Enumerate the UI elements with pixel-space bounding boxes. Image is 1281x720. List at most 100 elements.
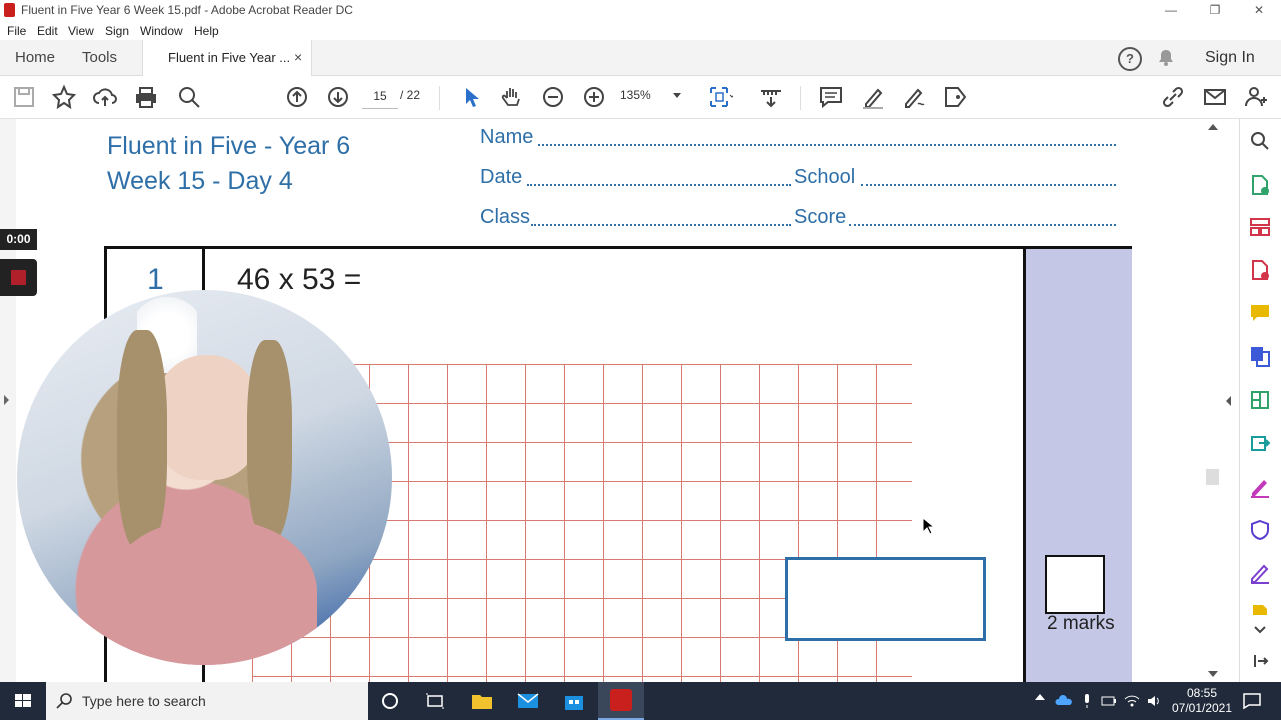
menu-sign[interactable]: Sign [105, 24, 129, 38]
sign-pen-icon[interactable] [901, 84, 927, 110]
zoom-in-icon[interactable] [581, 84, 607, 110]
name-dotted-line [538, 144, 1116, 146]
menu-view[interactable]: View [68, 24, 94, 38]
clock-time: 08:55 [1186, 686, 1218, 700]
minimize-button[interactable]: — [1149, 0, 1193, 21]
class-dotted-line [531, 224, 791, 226]
stop-recording-button[interactable] [0, 259, 37, 296]
zoom-out-icon[interactable] [540, 84, 566, 110]
find-magnifier-icon[interactable] [176, 84, 202, 110]
toolbar-divider-2 [800, 86, 801, 110]
next-page-icon[interactable] [325, 84, 351, 110]
notifications-icon[interactable] [1240, 689, 1264, 713]
save-icon[interactable] [11, 84, 37, 110]
store-icon[interactable] [562, 689, 586, 713]
name-label: Name [480, 126, 534, 148]
score-dotted-line [849, 224, 1116, 226]
add-user-icon[interactable] [1243, 84, 1269, 110]
hair-right [247, 340, 292, 540]
menu-file[interactable]: File [7, 24, 26, 38]
stop-icon [11, 270, 26, 285]
menu-help[interactable]: Help [194, 24, 219, 38]
face [152, 355, 262, 480]
microphone-icon[interactable] [1078, 692, 1096, 710]
combine-files-icon[interactable] [1249, 345, 1271, 367]
restore-button[interactable]: ❐ [1193, 0, 1237, 21]
school-label: School [794, 166, 856, 188]
cortana-icon[interactable] [378, 689, 402, 713]
more-tools-icon[interactable] [1249, 603, 1271, 615]
scroll-down-icon[interactable] [1208, 671, 1218, 677]
scroll-up-icon[interactable] [1208, 124, 1218, 130]
wifi-icon[interactable] [1123, 692, 1141, 710]
taskbar-search-box[interactable]: Type here to search [46, 682, 368, 720]
help-icon[interactable]: ? [1118, 47, 1142, 71]
menu-edit[interactable]: Edit [37, 24, 58, 38]
mouse-cursor-icon [922, 516, 936, 540]
battery-icon[interactable] [1100, 692, 1118, 710]
export-pdf-icon[interactable] [1249, 174, 1271, 196]
create-pdf-icon[interactable] [1249, 259, 1271, 281]
menu-bar: File Edit View Sign Window Help [0, 21, 1281, 40]
edit-pdf-icon[interactable] [1249, 389, 1271, 411]
fill-sign-icon[interactable] [1249, 476, 1271, 498]
select-cursor-icon[interactable] [458, 84, 484, 110]
hair-left [117, 330, 167, 550]
worksheet-subtitle: Week 15 - Day 4 [107, 167, 293, 195]
sign-in-button[interactable]: Sign In [1205, 40, 1255, 75]
file-explorer-icon[interactable] [470, 689, 494, 713]
window-title: Fluent in Five Year 6 Week 15.pdf - Adob… [21, 3, 353, 17]
page-fit-icon[interactable] [707, 84, 735, 110]
page-total: / 22 [400, 88, 421, 102]
mail-icon[interactable] [516, 689, 540, 713]
hand-tool-icon[interactable] [499, 84, 525, 110]
taskbar-clock[interactable]: 08:55 07/01/2021 [1167, 686, 1237, 716]
share-link-icon[interactable] [1160, 84, 1186, 110]
page-number-input[interactable]: 15 [362, 84, 398, 109]
highlight-pen-icon[interactable] [860, 84, 886, 110]
print-icon[interactable] [133, 84, 159, 110]
onedrive-icon[interactable] [1055, 692, 1073, 710]
acrobat-taskbar-button[interactable] [598, 682, 644, 720]
title-bar: Fluent in Five Year 6 Week 15.pdf - Adob… [0, 0, 1281, 21]
request-signature-icon[interactable] [1249, 562, 1271, 584]
close-window-button[interactable]: ✕ [1237, 0, 1281, 21]
comment-tool-icon[interactable] [1249, 302, 1271, 324]
toolbar-divider [439, 86, 440, 110]
protect-shield-icon[interactable] [1249, 519, 1271, 541]
school-dotted-line [861, 184, 1116, 186]
notification-bell-icon[interactable] [1158, 49, 1174, 66]
windows-taskbar: Type here to search 08:55 07/01/2021 [0, 682, 1281, 720]
tools-scroll-down-icon[interactable] [1249, 619, 1271, 641]
tab-tools[interactable]: Tools [82, 40, 117, 75]
send-for-review-icon[interactable] [1249, 432, 1271, 454]
zoom-level-select[interactable]: 135% [620, 88, 651, 102]
webcam-overlay[interactable] [17, 290, 392, 665]
bookmark-star-icon[interactable] [51, 84, 77, 110]
windows-start-icon[interactable] [11, 689, 35, 713]
show-hidden-icons-icon[interactable] [1035, 694, 1045, 700]
upload-cloud-icon[interactable] [92, 84, 118, 110]
task-view-icon[interactable] [423, 689, 447, 713]
tools-pane [1239, 119, 1281, 682]
previous-page-icon[interactable] [284, 84, 310, 110]
collapse-tools-pane-icon[interactable] [1249, 650, 1271, 672]
tab-home[interactable]: Home [15, 40, 55, 75]
volume-icon[interactable] [1146, 692, 1164, 710]
tab-document[interactable]: Fluent in Five Year ... × [142, 40, 312, 76]
organize-pages-icon[interactable] [1249, 216, 1271, 238]
expand-left-panel-icon[interactable] [4, 395, 9, 405]
share-tag-icon[interactable] [942, 84, 968, 110]
toolbar: 15 / 22 135% [0, 76, 1281, 119]
vertical-scrollbar[interactable] [1203, 119, 1222, 682]
scroll-thumb[interactable] [1206, 469, 1219, 485]
menu-window[interactable]: Window [140, 24, 183, 38]
chevron-down-icon[interactable] [673, 93, 681, 98]
search-icon[interactable] [1249, 130, 1271, 152]
comment-icon[interactable] [818, 84, 844, 110]
collapse-right-pane-icon[interactable] [1226, 396, 1231, 406]
clock-date: 07/01/2021 [1171, 701, 1233, 715]
close-tab-icon[interactable]: × [294, 40, 302, 75]
email-icon[interactable] [1202, 84, 1228, 110]
scroll-mode-icon[interactable] [758, 84, 784, 110]
